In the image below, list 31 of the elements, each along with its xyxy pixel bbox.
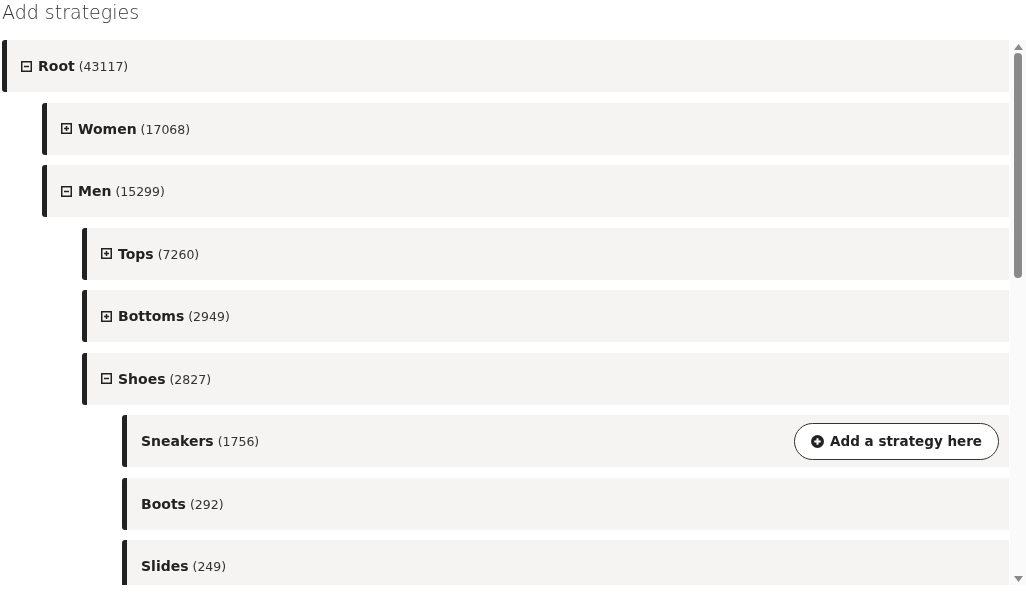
tree-row[interactable]: Shoes (2827) (82, 352, 1009, 405)
tree-row[interactable]: Women (17068) (42, 102, 1009, 155)
category-label: Boots (292) (141, 495, 224, 512)
category-label: Women (17068) (78, 120, 191, 137)
expand-icon[interactable] (101, 310, 112, 322)
collapse-icon[interactable] (61, 185, 72, 197)
page-title: Add strategies (2, 0, 140, 24)
tree-row[interactable]: Sneakers (1756) Add a strategy here (122, 415, 1009, 467)
category-label: Shoes (2827) (118, 370, 212, 387)
expand-icon[interactable] (61, 123, 72, 134)
tree-row[interactable]: Bottoms (2949) (82, 290, 1009, 342)
expand-icon[interactable] (101, 248, 112, 259)
add-strategy-button[interactable]: Add a strategy here (794, 422, 999, 460)
tree-row[interactable]: Boots (292) (122, 477, 1009, 530)
collapse-icon[interactable] (101, 373, 112, 384)
plus-circle-icon (811, 434, 825, 448)
scroll-down-icon[interactable] (1013, 576, 1023, 582)
category-label: Bottoms (2949) (118, 308, 230, 324)
tree-row[interactable]: Slides (249) (122, 540, 1009, 585)
category-label: Slides (249) (141, 558, 227, 574)
collapse-icon[interactable] (21, 60, 32, 72)
category-label: Root (43117) (38, 58, 129, 74)
tree-row[interactable]: Tops (7260) (82, 227, 1009, 280)
scrollbar-thumb[interactable] (1014, 53, 1022, 278)
tree-row[interactable]: Root (43117) (2, 40, 1009, 92)
category-label: Men (15299) (78, 183, 165, 199)
scrollbar[interactable] (1010, 40, 1026, 585)
tree-row[interactable]: Men (15299) (42, 165, 1009, 217)
category-label: Tops (7260) (118, 245, 200, 262)
category-label: Sneakers (1756) (141, 433, 260, 449)
scroll-up-icon[interactable] (1013, 44, 1023, 50)
